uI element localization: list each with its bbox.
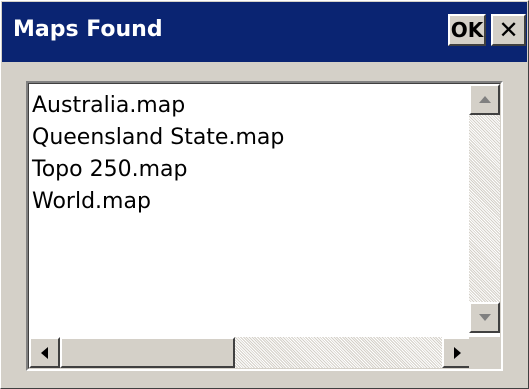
scroll-down-button[interactable] [469, 302, 500, 333]
horizontal-scroll-thumb[interactable] [60, 337, 235, 368]
vertical-scrollbar[interactable] [469, 84, 500, 333]
scroll-right-arrow-icon [454, 346, 461, 359]
horizontal-scrollbar[interactable] [29, 337, 473, 368]
maps-found-dialog: Maps Found OK ✕ Australia.map Queensland… [0, 0, 529, 389]
dialog-title: Maps Found [13, 17, 163, 42]
scrollbar-corner [469, 337, 500, 368]
scroll-left-button[interactable] [29, 337, 60, 368]
scroll-left-arrow-icon [41, 346, 48, 359]
map-items: Australia.map Queensland State.map Topo … [32, 90, 284, 218]
listbox-frame: Australia.map Queensland State.map Topo … [28, 83, 501, 369]
close-button[interactable]: ✕ [491, 14, 526, 46]
list-item[interactable]: Queensland State.map [32, 122, 284, 154]
list-item[interactable]: Australia.map [32, 90, 284, 122]
list-item[interactable]: World.map [32, 186, 284, 218]
list-item[interactable]: Topo 250.map [32, 154, 284, 186]
scroll-up-arrow-icon [478, 96, 491, 103]
scroll-up-button[interactable] [469, 84, 500, 115]
title-bar: Maps Found OK ✕ [2, 2, 527, 62]
ok-button[interactable]: OK [448, 14, 486, 46]
close-icon: ✕ [498, 16, 519, 44]
maps-listbox[interactable]: Australia.map Queensland State.map Topo … [26, 81, 503, 371]
scroll-down-arrow-icon [478, 314, 491, 321]
